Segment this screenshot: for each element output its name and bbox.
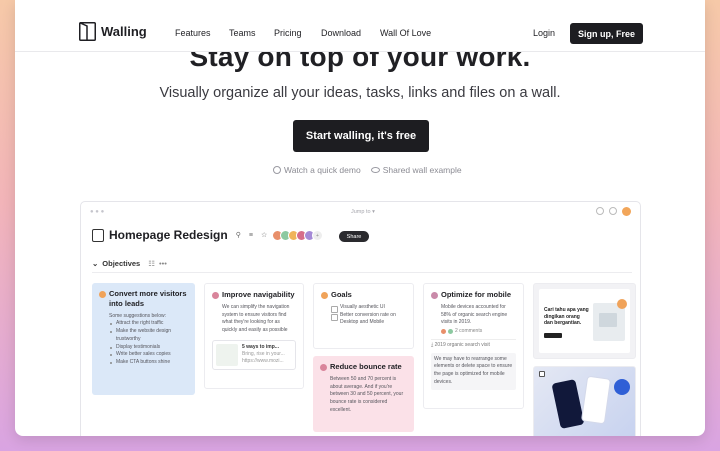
- list-item: Make the website design trustworthy: [109, 328, 188, 344]
- star-icon[interactable]: ☆: [261, 231, 267, 239]
- user-avatar[interactable]: [622, 207, 631, 216]
- card-goals[interactable]: Goals Visually aesthetic UI Better conve…: [313, 283, 414, 349]
- shared-wall-label: Shared wall example: [382, 165, 462, 175]
- wall-icon: [92, 228, 104, 242]
- share-button[interactable]: Share: [339, 231, 369, 242]
- card-text: Between 50 and 70 percent is about avera…: [330, 375, 404, 413]
- nav-teams[interactable]: Teams: [229, 28, 256, 38]
- image-card-mobile-app[interactable]: [533, 366, 636, 436]
- checklist-item[interactable]: Visually aesthetic UI: [331, 304, 406, 313]
- app-top-icons: [596, 207, 631, 216]
- screenshot-device: [599, 313, 617, 327]
- card-mobile[interactable]: Optimize for mobile Mobile devices accou…: [423, 283, 524, 409]
- card-bounce-rate[interactable]: Reduce bounce rate Between 50 and 70 per…: [313, 356, 414, 432]
- screenshot-button: [544, 333, 562, 338]
- link-thumbnail: [216, 343, 238, 366]
- card-note: We may have to rearrange some elements o…: [431, 352, 516, 390]
- search-icon[interactable]: ⚲: [236, 231, 241, 239]
- avatar: [320, 364, 327, 371]
- avatar: [441, 329, 446, 335]
- share-label: Share: [346, 233, 362, 240]
- divider: [92, 272, 632, 273]
- image-icon: [539, 371, 545, 377]
- walling-logo-icon: [79, 22, 96, 41]
- hero-secondary-links: Watch a quick demo Shared wall example: [273, 165, 462, 175]
- comments-count: 2 comments: [455, 328, 483, 334]
- file-attachment[interactable]: ⤓ 2019 organic search visit: [431, 338, 516, 350]
- phone-mockup-2: [580, 375, 612, 425]
- jump-to-label: Jump to: [351, 209, 371, 215]
- link-subtitle: Bring, rise in your...: [242, 350, 285, 357]
- file-icon: ⤓: [431, 341, 434, 348]
- nav-wall-of-love[interactable]: Wall Of Love: [380, 28, 431, 38]
- avatar: [431, 292, 438, 299]
- nav-download[interactable]: Download: [321, 28, 361, 38]
- nav-pricing[interactable]: Pricing: [274, 28, 302, 38]
- top-navigation: Walling Features Teams Pricing Download …: [15, 0, 705, 52]
- app-badge: [614, 379, 630, 395]
- watch-demo-link[interactable]: Watch a quick demo: [273, 165, 361, 175]
- card-title: Goals: [331, 290, 352, 299]
- link-url: https://www.mozi...: [242, 357, 284, 364]
- cloud-icon[interactable]: [596, 207, 604, 215]
- brand-logo[interactable]: Walling: [79, 22, 147, 41]
- screenshot-dot: [617, 299, 627, 309]
- bell-icon[interactable]: [609, 207, 617, 215]
- list-item: Make CTA buttons shine: [109, 359, 188, 367]
- card-title: Optimize for mobile: [441, 290, 512, 299]
- shared-wall-link[interactable]: Shared wall example: [370, 165, 462, 175]
- comments[interactable]: 2 comments: [431, 328, 516, 336]
- window-controls-icon: ● ● ●: [90, 209, 105, 215]
- signup-button[interactable]: Sign up, Free: [570, 23, 643, 44]
- list-item: Write better sales copies: [109, 351, 188, 359]
- list-item: Display testimonials: [109, 344, 188, 352]
- hero-subtitle: Visually organize all your ideas, tasks,…: [159, 85, 561, 101]
- link-preview[interactable]: 5 ways to imp... Bring, rise in your... …: [212, 339, 296, 370]
- eye-icon: [370, 167, 380, 173]
- start-walling-button[interactable]: Start walling, it's free: [293, 120, 429, 152]
- wall-header: Homepage Redesign ⚲ ≡ ☆ •••: [92, 228, 283, 242]
- app-preview: ● ● ● Jump to ▾ Homepage Redesign ⚲ ≡ ☆ …: [80, 201, 641, 436]
- card-title: Convert more visitors into leads: [109, 289, 187, 308]
- card-title: Improve navigability: [222, 290, 295, 299]
- play-icon: [273, 166, 281, 174]
- section-title: Objectives: [102, 259, 141, 268]
- phone-mockup-1: [551, 379, 585, 429]
- wall-title: Homepage Redesign: [109, 228, 228, 242]
- avatar: [448, 329, 453, 335]
- more-icon[interactable]: •••: [159, 259, 167, 268]
- card-text: Some suggestions below:: [109, 312, 166, 319]
- chevron-down-icon: ⌄: [92, 259, 99, 268]
- avatar: [212, 292, 219, 299]
- avatar: [321, 292, 328, 299]
- brand-name: Walling: [101, 24, 147, 39]
- file-name: 2019 organic search visit: [434, 341, 490, 348]
- collaborators[interactable]: +: [272, 230, 323, 241]
- card-convert-leads[interactable]: Convert more visitors into leads Some su…: [92, 283, 195, 395]
- card-text: We can simplify the navigation system to…: [222, 303, 290, 333]
- jump-to-search[interactable]: Jump to ▾: [351, 209, 375, 215]
- section-header[interactable]: ⌄ Objectives ☷ •••: [92, 259, 167, 268]
- card-title: Reduce bounce rate: [330, 362, 402, 371]
- webpage-screenshot: Cari tahu apa yang dingikan orang dan be…: [539, 289, 630, 353]
- image-card-webpage[interactable]: Cari tahu apa yang dingikan orang dan be…: [533, 283, 636, 359]
- screenshot-heading: Cari tahu apa yang dingikan orang dan be…: [544, 307, 589, 326]
- app-topbar: ● ● ● Jump to ▾: [81, 202, 640, 222]
- avatar: [99, 291, 106, 298]
- login-link[interactable]: Login: [533, 28, 555, 38]
- list-item: Attract the right traffic: [109, 320, 188, 328]
- nav-features[interactable]: Features: [175, 28, 211, 38]
- watch-demo-label: Watch a quick demo: [284, 165, 361, 175]
- filter-icon[interactable]: ≡: [249, 232, 253, 239]
- link-title: 5 ways to imp...: [242, 343, 279, 350]
- browser-frame: Walling Features Teams Pricing Download …: [15, 0, 705, 436]
- filter-icon[interactable]: ☷: [148, 259, 155, 268]
- checklist-item[interactable]: Better conversion rate on Desktop and Mo…: [331, 312, 406, 328]
- more-people: +: [312, 230, 323, 241]
- card-text: Mobile devices accounted for 58% of orga…: [441, 303, 508, 326]
- card-navigability[interactable]: Improve navigability We can simplify the…: [204, 283, 304, 389]
